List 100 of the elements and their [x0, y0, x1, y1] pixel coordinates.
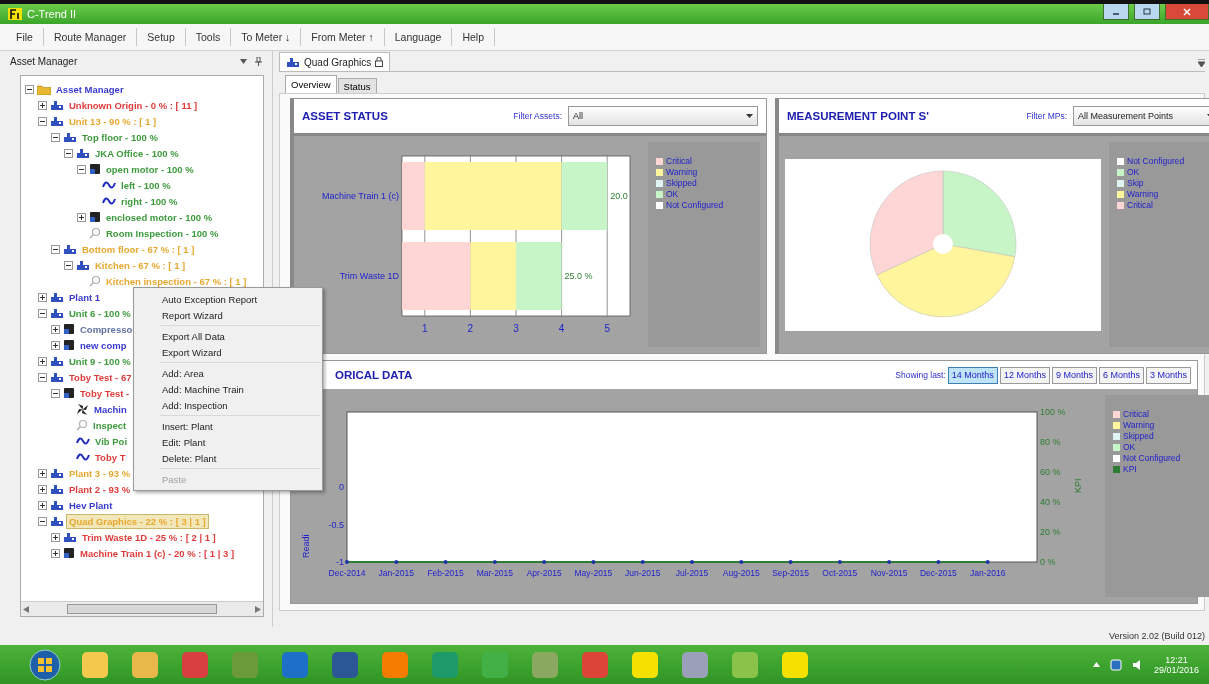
tree-item[interactable]: Unknown Origin - 0 % : [ 11 ] [67, 98, 200, 112]
scroll-left-icon[interactable] [23, 605, 29, 613]
pin-icon[interactable] [255, 56, 262, 66]
menu-item[interactable]: Language [384, 28, 453, 46]
expand-icon[interactable] [38, 484, 47, 494]
menu-item[interactable]: Export All Data [134, 328, 322, 344]
menu-item[interactable]: Auto Exception Report [134, 291, 322, 307]
expand-icon[interactable] [38, 100, 47, 110]
menu-item[interactable]: File [6, 28, 44, 46]
collapse-icon[interactable] [64, 260, 73, 270]
collapse-icon[interactable] [38, 372, 47, 382]
tree-item[interactable]: Machine Train 1 (c) - 20 % : [ 1 | 3 ] [78, 546, 237, 560]
expand-icon[interactable] [51, 324, 60, 334]
collapse-icon[interactable] [64, 148, 73, 158]
tab[interactable]: Status [337, 78, 377, 93]
tree-item[interactable]: Inspect [91, 418, 129, 432]
expand-icon[interactable] [38, 500, 47, 510]
filter-dropdown[interactable]: All Measurement Points [1073, 106, 1209, 126]
tree-item[interactable]: Asset Manager [54, 82, 126, 96]
collapse-icon[interactable] [51, 388, 60, 398]
menu-item[interactable]: Setup [137, 28, 186, 46]
filter-dropdown[interactable]: All [568, 106, 758, 126]
tree-item[interactable]: Room Inspection - 100 % [104, 226, 221, 240]
value-label: 20.0 [610, 190, 628, 201]
tree-item[interactable]: right - 100 % [119, 194, 180, 208]
tray-arrow-icon[interactable] [1092, 662, 1100, 667]
tree-item[interactable]: Top floor - 100 % [80, 130, 160, 144]
menu-item[interactable]: Route Manager [43, 28, 138, 46]
network-icon[interactable] [1109, 658, 1122, 671]
expand-icon[interactable] [77, 212, 86, 222]
menu-item[interactable]: Report Wizard [134, 307, 322, 323]
period-button[interactable]: 6 Months [1098, 366, 1144, 384]
pie-center-hole [933, 233, 953, 254]
collapse-icon[interactable] [38, 308, 47, 318]
menu-item[interactable]: To Meter ↓ [231, 28, 302, 46]
axis-tick-label: 80 % [1040, 436, 1061, 447]
app-icon[interactable] [332, 651, 358, 678]
expand-icon[interactable] [51, 548, 60, 558]
maximize-button[interactable] [1134, 4, 1160, 20]
tree-item[interactable]: Toby T [93, 450, 128, 464]
tree-item[interactable]: Toby Test - 67 [67, 370, 134, 384]
tree-item[interactable]: new comp [78, 338, 129, 352]
menu-item[interactable]: Add: Machine Train [134, 381, 322, 397]
expand-icon[interactable] [38, 356, 47, 366]
tree-item[interactable]: Trim Waste 1D - 25 % : [ 2 | 1 ] [80, 530, 218, 544]
expand-icon[interactable] [51, 532, 60, 542]
expand-icon[interactable] [38, 292, 47, 302]
collapse-icon[interactable] [51, 132, 60, 142]
data-point [690, 559, 694, 564]
tree-item[interactable]: Plant 1 [67, 290, 103, 304]
tree-item[interactable]: Unit 9 - 100 % [67, 354, 133, 368]
tab[interactable]: Overview [285, 75, 337, 93]
period-button[interactable]: 3 Months [1145, 366, 1191, 384]
menu-item[interactable]: Tools [185, 28, 232, 46]
menu-item[interactable]: Export Wizard [134, 344, 322, 360]
menu-item[interactable]: Edit: Plant [134, 434, 322, 450]
close-icon [1183, 7, 1191, 16]
tree-item[interactable]: left - 100 % [119, 178, 173, 192]
tree-item[interactable]: Hev Plant [67, 498, 115, 512]
menu-item[interactable]: Add: Area [134, 365, 322, 381]
document-tab[interactable]: Quad Graphics [279, 52, 391, 71]
menu-item[interactable]: Help [452, 28, 496, 46]
tree-item[interactable]: Machin [92, 402, 129, 416]
start-orb-icon[interactable] [29, 648, 61, 681]
menu-item[interactable]: Add: Inspection [134, 397, 322, 413]
close-button[interactable] [1165, 4, 1209, 20]
collapse-icon[interactable] [25, 84, 34, 94]
collapse-icon[interactable] [38, 116, 47, 126]
legend-label: Warning [1127, 189, 1159, 199]
menu-item[interactable]: From Meter ↑ [301, 28, 385, 46]
tree-item[interactable]: Compresso [78, 322, 135, 336]
tree-item[interactable]: Plant 2 - 93 % [67, 482, 133, 496]
legend-label: Skipped [1123, 431, 1154, 441]
period-button[interactable]: 9 Months [1051, 366, 1097, 384]
menu-item[interactable]: Delete: Plant [134, 450, 322, 466]
scrollbar-thumb[interactable] [67, 604, 217, 614]
tree-item[interactable]: Unit 6 - 100 % [67, 306, 133, 320]
caret-icon[interactable] [240, 58, 247, 64]
panel-title: MEASUREMENT POINT S' [787, 110, 931, 122]
legend-label: OK [1123, 442, 1136, 452]
collapse-icon[interactable] [51, 244, 60, 254]
clock-time: 12:21 [1165, 654, 1188, 665]
period-button[interactable]: 14 Months [947, 366, 998, 384]
period-button[interactable]: 12 Months [999, 366, 1050, 384]
collapse-icon[interactable] [38, 516, 47, 526]
tree-item[interactable]: Vib Poi [93, 434, 130, 448]
menu-item[interactable]: Insert: Plant [134, 418, 322, 434]
caret-icon[interactable] [1198, 59, 1205, 67]
tree-item[interactable]: Toby Test - [78, 386, 132, 400]
expand-icon[interactable] [38, 468, 47, 478]
minimize-button[interactable] [1103, 4, 1129, 20]
tree-item[interactable]: JKA Office - 100 % [93, 146, 181, 160]
legend-label: Warning [1123, 420, 1155, 430]
scroll-right-icon[interactable] [255, 605, 261, 613]
horizontal-scrollbar[interactable] [21, 601, 263, 616]
tree-item[interactable]: open motor - 100 % [104, 162, 196, 176]
expand-icon[interactable] [51, 340, 60, 350]
collapse-icon[interactable] [77, 164, 86, 174]
tree-item[interactable]: enclosed motor - 100 % [104, 210, 215, 224]
axis-tick-label: -1 [336, 556, 344, 567]
